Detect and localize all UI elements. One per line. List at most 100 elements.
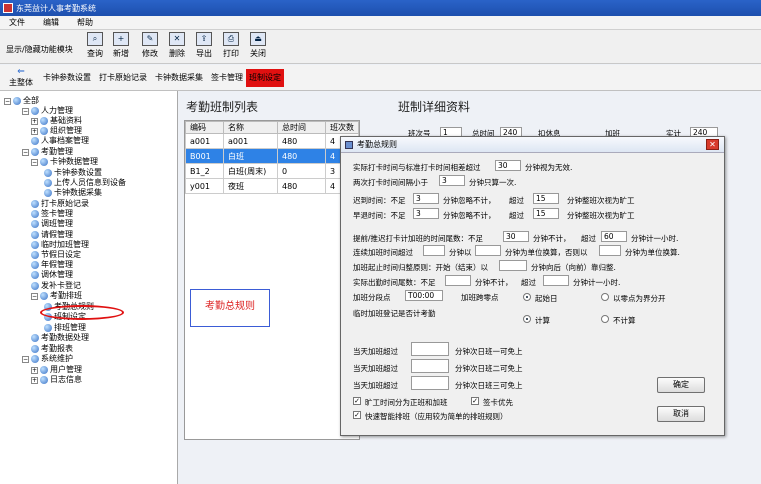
tree-item[interactable]: 请假管理 [31, 230, 73, 240]
tree-item[interactable]: 卡钟参数设置 [44, 168, 102, 178]
tree-item-label: 基础资料 [50, 116, 82, 125]
tab-clock-data-collect[interactable]: 卡钟数据采集 [152, 69, 206, 87]
menu-file[interactable]: 文件 [0, 17, 34, 28]
ot-split-point-input[interactable]: T00:00 [405, 290, 443, 301]
tree-item[interactable]: 发补卡登记 [31, 281, 81, 291]
sign-card-priority-checkbox[interactable]: ✓ [471, 397, 479, 405]
early-absent-input[interactable]: 15 [533, 208, 559, 219]
tree-item[interactable]: 节假日设定 [31, 250, 81, 260]
expand-toggle-icon[interactable]: − [22, 355, 29, 363]
ok-button[interactable]: 确定 [657, 377, 705, 393]
globe-icon [13, 97, 21, 105]
tree-item[interactable]: 打卡原始记录 [31, 199, 89, 209]
tree-item[interactable]: − 考勤管理 [22, 147, 73, 157]
cross-midnight-split-radio[interactable] [601, 293, 609, 301]
search-icon: ⌕ [87, 32, 103, 46]
tree-item[interactable]: + 用户管理 [31, 365, 82, 375]
absence-split-checkbox[interactable]: ✓ [353, 397, 361, 405]
add-button[interactable]: + 新增 [110, 32, 132, 62]
tree-item-label: 系统维护 [41, 354, 73, 363]
expand-toggle-icon[interactable]: + [31, 127, 38, 135]
ot-exempt-1-input[interactable] [411, 342, 449, 356]
early-ignore-input[interactable]: 3 [413, 208, 439, 219]
table-row[interactable]: a001 a001 480 4 [185, 133, 359, 149]
expand-toggle-icon[interactable]: − [22, 148, 29, 156]
tree-item-label: 卡钟数据管理 [50, 157, 98, 166]
tree-item[interactable]: 临时加班管理 [31, 240, 89, 250]
delete-icon: ✕ [169, 32, 185, 46]
tree-item[interactable]: 人事档案管理 [31, 136, 89, 146]
edit-button[interactable]: ✎ 修改 [139, 32, 161, 62]
expand-toggle-icon[interactable]: − [4, 97, 11, 105]
tab-raw-punch-records[interactable]: 打卡原始记录 [96, 69, 150, 87]
col-code[interactable]: 编码 [185, 121, 224, 134]
tree-item[interactable]: + 组织管理 [31, 126, 82, 136]
tree-item[interactable]: − 考勤排班 [31, 291, 82, 301]
globe-icon [40, 117, 48, 125]
tab-sign-card[interactable]: 签卡管理 [208, 69, 246, 87]
other-unit-input[interactable] [599, 245, 621, 256]
window-title-bar: 东莞益计人事考勤系统 [0, 0, 761, 16]
tree-item[interactable]: 年假管理 [31, 260, 73, 270]
temp-ot-nocount-radio[interactable] [601, 315, 609, 323]
attend-tail-input[interactable] [445, 275, 471, 286]
cancel-button[interactable]: 取消 [657, 406, 705, 422]
temp-ot-count-radio[interactable] [523, 315, 531, 323]
menu-edit[interactable]: 编辑 [34, 17, 68, 28]
export-button[interactable]: ⇪ 导出 [193, 32, 215, 62]
continuous-ot-unit-input[interactable] [475, 245, 501, 256]
expand-toggle-icon[interactable]: − [22, 107, 29, 115]
globe-icon [31, 271, 39, 279]
continuous-ot-input[interactable] [423, 245, 445, 256]
toggle-modules-button[interactable]: 显示/隐藏功能模块 [6, 44, 73, 55]
menu-help[interactable]: 帮助 [68, 17, 102, 28]
ot-exempt-3-input[interactable] [411, 376, 449, 390]
col-name[interactable]: 名称 [223, 121, 278, 134]
invalid-minutes-input[interactable]: 30 [495, 160, 521, 171]
close-button[interactable]: ⏏ 关闭 [247, 32, 269, 62]
print-button[interactable]: ⎙ 打印 [220, 32, 242, 62]
expand-toggle-icon[interactable]: − [31, 158, 38, 166]
tab-clock-params[interactable]: 卡钟参数设置 [40, 69, 94, 87]
late-absent-input[interactable]: 15 [533, 193, 559, 204]
late-ignore-input[interactable]: 3 [413, 193, 439, 204]
tree-item[interactable]: 调班管理 [31, 219, 73, 229]
expand-toggle-icon[interactable]: + [31, 376, 38, 384]
tree-item[interactable]: + 日志信息 [31, 375, 82, 385]
ot-exempt-2-input[interactable] [411, 359, 449, 373]
tree-item[interactable]: 签卡管理 [31, 209, 73, 219]
tree-item-label: 考勤数据处理 [41, 333, 89, 342]
tree-item[interactable]: − 卡钟数据管理 [31, 157, 98, 167]
attend-hour-input[interactable] [543, 275, 569, 286]
tree-item[interactable]: 卡钟数据采集 [44, 188, 102, 198]
delete-button[interactable]: ✕ 删除 [166, 32, 188, 62]
table-row-selected[interactable]: B001 白班 480 4 [185, 148, 359, 164]
tree-item[interactable]: 调休管理 [31, 270, 73, 280]
tree-item[interactable]: 上传人员信息到设备 [44, 178, 126, 188]
tab-home[interactable]: ⇐ 主整体 [8, 67, 34, 88]
expand-toggle-icon[interactable]: − [31, 292, 38, 300]
ot-tail-hour-input[interactable]: 60 [601, 231, 627, 242]
tree-item[interactable]: 排班管理 [44, 323, 86, 333]
ot-rounding-input[interactable] [499, 260, 527, 271]
dialog-close-button[interactable]: ✕ [706, 139, 719, 150]
tree-item[interactable]: − 人力管理 [22, 106, 73, 116]
quick-scheduling-checkbox[interactable]: ✓ [353, 411, 361, 419]
rule-invalid-label: 实际打卡时间与标准打卡时间相差超过 [353, 163, 481, 172]
table-row[interactable]: y001 夜班 480 4 [185, 178, 359, 194]
ot-tail-ignore-input[interactable]: 30 [503, 231, 529, 242]
col-shift-count[interactable]: 班次数 [325, 121, 359, 134]
expand-toggle-icon[interactable]: + [31, 117, 38, 125]
table-row[interactable]: B1_2 白班(周末) 0 3 [185, 163, 359, 179]
tab-shift-settings[interactable]: 班制设定 [246, 69, 284, 87]
tree-item[interactable]: 考勤报表 [31, 344, 73, 354]
tree-item[interactable]: − 系统维护 [22, 354, 73, 364]
tree-item[interactable]: − 全部 [4, 96, 39, 106]
expand-toggle-icon[interactable]: + [31, 366, 38, 374]
tree-item[interactable]: + 基础资料 [31, 116, 82, 126]
col-total-time[interactable]: 总时间 [277, 121, 326, 134]
repeat-interval-input[interactable]: 3 [439, 175, 465, 186]
tree-item[interactable]: 考勤数据处理 [31, 333, 89, 343]
query-button[interactable]: ⌕ 查询 [84, 32, 106, 62]
cross-midnight-start-day-radio[interactable] [523, 293, 531, 301]
